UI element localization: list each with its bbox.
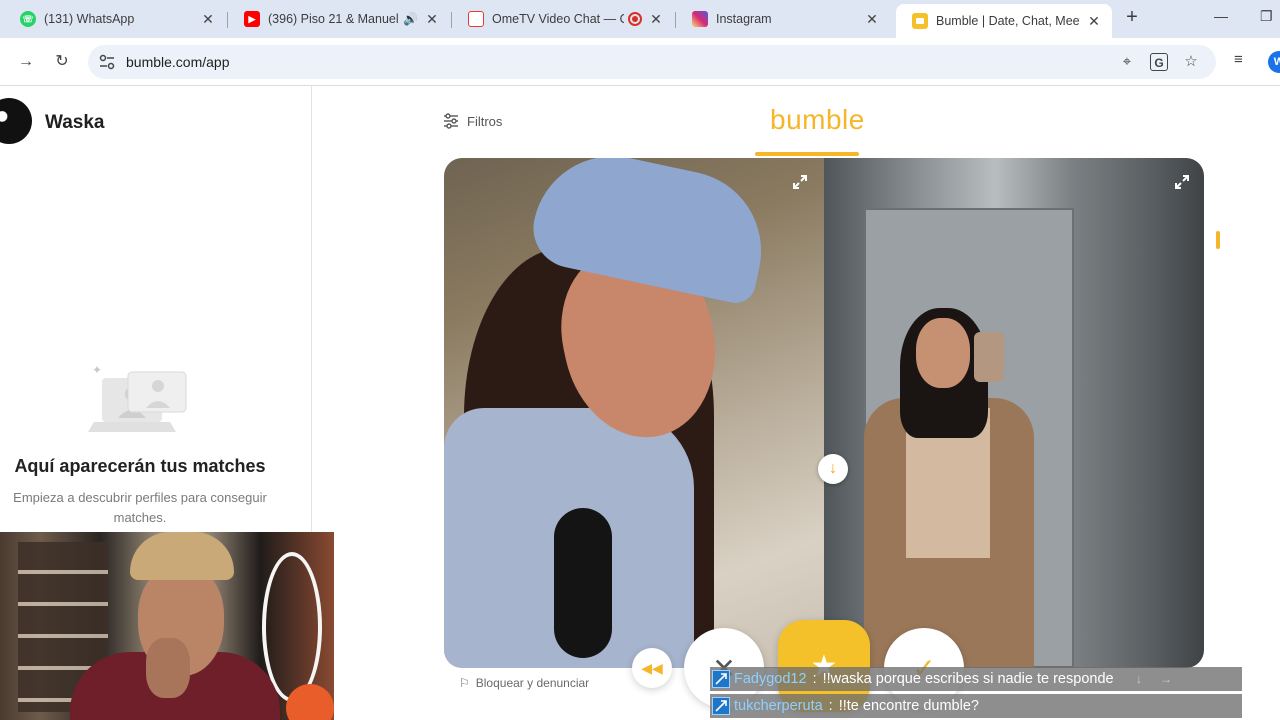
- empty-matches-subtitle: Empieza a descubrir perfiles para conseg…: [13, 490, 267, 525]
- translate-icon[interactable]: G: [1150, 53, 1168, 71]
- tab-bumble[interactable]: Bumble | Date, Chat, Meet N ✕: [896, 4, 1112, 38]
- expand-icon[interactable]: [792, 174, 808, 190]
- profile-photo-2[interactable]: [824, 158, 1204, 668]
- forward-icon[interactable]: →: [16, 52, 36, 72]
- chat-separator: :: [812, 671, 817, 687]
- browser-toolbar: → ↻ bumble.com/app ⌖ G ☆ ≡ W: [0, 38, 1280, 86]
- orange-ball: [286, 684, 334, 720]
- photo-face: [916, 318, 970, 388]
- filters-button[interactable]: Filtros: [443, 113, 502, 129]
- profile-card[interactable]: [444, 158, 1204, 668]
- instagram-icon: [692, 11, 708, 27]
- tab-title: (131) WhatsApp: [44, 12, 135, 26]
- chat-arrows-icon: ↓→: [1136, 672, 1190, 686]
- tab-title: Instagram: [716, 12, 772, 26]
- avatar[interactable]: [0, 98, 32, 144]
- block-report-link[interactable]: ⚐ Bloquear y denunciar: [459, 676, 589, 690]
- close-icon[interactable]: ✕: [1086, 13, 1102, 30]
- bookmark-star-icon[interactable]: ☆: [1182, 53, 1200, 71]
- chat-platform-icon: [712, 697, 730, 715]
- tab-youtube[interactable]: ▶ (396) Piso 21 & Manuel 🔊 ✕: [228, 4, 450, 34]
- close-icon[interactable]: ✕: [864, 11, 880, 28]
- tab-title: (396) Piso 21 & Manuel: [268, 12, 399, 26]
- scroll-down-icon[interactable]: ↓: [818, 454, 848, 484]
- chat-separator: :: [828, 698, 833, 714]
- chat-username: tukcherperuta: [734, 698, 823, 714]
- recording-icon: [628, 12, 642, 26]
- url-text: bumble.com/app: [126, 54, 230, 70]
- tab-title: OmeTV Video Chat — O: [492, 12, 624, 26]
- tab-ometv[interactable]: OmeTV Video Chat — O ✕: [452, 4, 674, 34]
- svg-text:✦: ✦: [92, 363, 102, 377]
- browser-tab-strip: ☏ (131) WhatsApp ✕ ▶ (396) Piso 21 & Man…: [0, 0, 1280, 38]
- rewind-icon: ◀◀: [641, 659, 663, 676]
- rewind-button[interactable]: ◀◀: [632, 648, 672, 688]
- site-settings-icon[interactable]: [98, 53, 116, 71]
- youtube-icon: ▶: [244, 11, 260, 27]
- active-tab-indicator: [755, 152, 859, 156]
- address-bar[interactable]: bumble.com/app ⌖ G ☆: [88, 45, 1216, 79]
- filters-icon: [444, 113, 458, 129]
- chat-text: !!te encontre dumble?: [838, 698, 979, 714]
- webcam-overlay: [0, 532, 334, 720]
- block-report-label: Bloquear y denunciar: [475, 676, 590, 690]
- expand-icon[interactable]: [1174, 174, 1190, 190]
- profile-photo-1[interactable]: [444, 158, 824, 668]
- tab-title: Bumble | Date, Chat, Meet N: [936, 14, 1080, 28]
- chat-message: tukcherperuta : !!te encontre dumble?: [710, 694, 1242, 718]
- profile-avatar[interactable]: W: [1268, 51, 1280, 73]
- chat-message: Fadygod12 : !!waska porque escribes si n…: [710, 667, 1242, 691]
- photo-phone: [974, 332, 1004, 382]
- cap: [130, 532, 234, 580]
- chat-text: !!waska porque escribes si nadie te resp…: [822, 671, 1114, 687]
- restore-icon[interactable]: ❐: [1260, 8, 1273, 25]
- tab-whatsapp[interactable]: ☏ (131) WhatsApp ✕: [4, 4, 226, 34]
- minimize-icon[interactable]: —: [1214, 8, 1228, 24]
- empty-matches-title: Aquí aparecerán tus matches: [14, 456, 266, 476]
- bumble-icon: [912, 13, 928, 29]
- new-tab-button[interactable]: +: [1122, 7, 1142, 28]
- tab-instagram[interactable]: Instagram ✕: [676, 4, 890, 34]
- bumble-logo[interactable]: bumble: [770, 104, 865, 136]
- hand: [146, 638, 190, 698]
- chat-username: Fadygod12: [734, 671, 807, 687]
- chat-platform-icon: [712, 670, 730, 688]
- photo-sunglasses: [554, 508, 612, 658]
- location-icon[interactable]: ⌖: [1118, 53, 1136, 71]
- whatsapp-icon: ☏: [20, 11, 36, 27]
- speaker-icon[interactable]: 🔊: [403, 12, 418, 26]
- reload-icon[interactable]: ↻: [52, 52, 72, 72]
- user-name[interactable]: Waska: [45, 112, 105, 134]
- close-icon[interactable]: ✕: [200, 11, 216, 28]
- empty-matches-illustration: ✦: [88, 363, 187, 432]
- flag-icon: ⚐: [459, 676, 470, 690]
- scrollbar[interactable]: [1216, 231, 1220, 249]
- filters-label: Filtros: [467, 113, 503, 129]
- close-icon[interactable]: ✕: [648, 11, 664, 28]
- media-controls-icon[interactable]: ≡: [1234, 51, 1243, 68]
- ometv-icon: [468, 11, 484, 27]
- close-icon[interactable]: ✕: [424, 11, 440, 28]
